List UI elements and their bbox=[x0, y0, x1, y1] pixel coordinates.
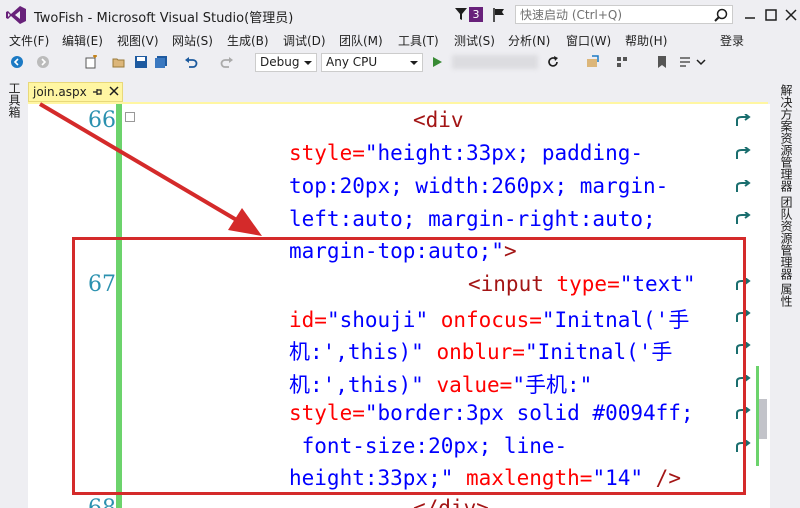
run-target-label[interactable] bbox=[452, 55, 538, 69]
toolbox-tab[interactable]: 工具箱 bbox=[6, 82, 23, 118]
start-debugging-icon[interactable] bbox=[430, 55, 444, 69]
minimize-icon[interactable] bbox=[743, 8, 757, 22]
menu-debug[interactable]: 调试(D) bbox=[283, 32, 326, 49]
tab-label: join.aspx bbox=[33, 85, 87, 99]
solution-explorer-tab[interactable]: 解决方案资源管理器 bbox=[778, 84, 795, 192]
feedback-flag-icon[interactable] bbox=[493, 8, 505, 22]
pin-icon[interactable] bbox=[92, 87, 102, 97]
visual-studio-logo-icon bbox=[6, 6, 26, 24]
menu-file[interactable]: 文件(F) bbox=[9, 32, 49, 49]
bookmark-icon[interactable] bbox=[655, 55, 669, 69]
menu-analyze[interactable]: 分析(N) bbox=[508, 32, 550, 49]
close-window-icon[interactable] bbox=[784, 8, 798, 22]
menu-build[interactable]: 生成(B) bbox=[227, 32, 269, 49]
refresh-icon[interactable] bbox=[546, 55, 560, 69]
sign-in-link[interactable]: 登录 bbox=[720, 32, 744, 49]
left-tool-strip: 工具箱 bbox=[0, 78, 26, 508]
platform-value: Any CPU bbox=[326, 55, 378, 69]
word-wrap-icon bbox=[736, 114, 751, 126]
configuration-value: Debug bbox=[260, 55, 300, 69]
redo-icon[interactable] bbox=[220, 55, 234, 69]
maximize-icon[interactable] bbox=[764, 8, 778, 22]
code-token: "height:33px; padding- bbox=[364, 141, 644, 165]
code-line: top:20px; width:260px; margin- bbox=[289, 174, 668, 198]
menu-edit[interactable]: 编辑(E) bbox=[62, 32, 103, 49]
quick-launch-placeholder: 快速启动 (Ctrl+Q) bbox=[520, 8, 623, 22]
code-token: left:auto; margin-right:auto; bbox=[289, 207, 656, 231]
filter-icon[interactable] bbox=[455, 8, 467, 20]
annotation-highlight-box bbox=[72, 237, 746, 495]
code-line: left:auto; margin-right:auto; bbox=[289, 207, 656, 231]
save-icon[interactable] bbox=[134, 55, 148, 69]
word-wrap-icon bbox=[736, 212, 751, 224]
chevron-down-icon bbox=[304, 61, 312, 65]
platform-dropdown[interactable]: Any CPU bbox=[321, 53, 423, 72]
code-token: top:20px; width:260px; margin- bbox=[289, 174, 669, 198]
menu-test[interactable]: 测试(S) bbox=[454, 32, 495, 49]
new-project-icon[interactable] bbox=[84, 55, 98, 69]
code-line: <div bbox=[413, 108, 464, 132]
code-token: </div> bbox=[413, 496, 489, 508]
code-token: style= bbox=[289, 141, 365, 165]
comment-icon[interactable] bbox=[678, 55, 692, 69]
menu-help[interactable]: 帮助(H) bbox=[625, 32, 667, 49]
team-explorer-tab[interactable]: 团队资源管理器 bbox=[778, 196, 795, 280]
menu-window[interactable]: 窗口(W) bbox=[566, 32, 611, 49]
configuration-dropdown[interactable]: Debug bbox=[255, 53, 317, 72]
toolbar-option-icon[interactable] bbox=[615, 55, 629, 69]
forward-icon[interactable] bbox=[36, 55, 50, 69]
code-line: style="height:33px; padding- bbox=[289, 141, 643, 165]
close-icon[interactable] bbox=[109, 86, 119, 96]
search-icon[interactable] bbox=[714, 8, 728, 22]
menu-view[interactable]: 视图(V) bbox=[117, 32, 159, 49]
menu-team[interactable]: 团队(M) bbox=[339, 32, 383, 49]
tab-join-aspx[interactable]: join.aspx bbox=[28, 82, 123, 102]
quick-launch-input[interactable]: 快速启动 (Ctrl+Q) bbox=[515, 5, 733, 24]
undo-icon[interactable] bbox=[184, 55, 198, 69]
browser-link-icon[interactable] bbox=[586, 55, 600, 69]
notification-badge[interactable]: 3 bbox=[469, 7, 483, 22]
code-token: <div bbox=[413, 108, 464, 132]
chevron-down-icon bbox=[410, 61, 418, 65]
right-tool-strip: 解决方案资源管理器 团队资源管理器 属性 bbox=[770, 78, 800, 508]
menu-website[interactable]: 网站(S) bbox=[172, 32, 213, 49]
open-file-icon[interactable] bbox=[112, 55, 126, 69]
line-number: 68 bbox=[88, 496, 128, 508]
toolbar-overflow-icon[interactable] bbox=[694, 55, 708, 69]
code-line: </div> bbox=[413, 496, 489, 508]
vertical-scrollbar-thumb[interactable] bbox=[759, 399, 767, 439]
line-number: 66 bbox=[88, 108, 116, 133]
save-all-icon[interactable] bbox=[154, 55, 168, 69]
window-title: TwoFish - Microsoft Visual Studio(管理员) bbox=[34, 11, 294, 26]
properties-tab[interactable]: 属性 bbox=[778, 283, 795, 307]
menu-tools[interactable]: 工具(T) bbox=[398, 32, 439, 49]
word-wrap-icon bbox=[736, 180, 751, 192]
word-wrap-icon bbox=[736, 147, 751, 159]
back-icon[interactable] bbox=[10, 55, 24, 69]
